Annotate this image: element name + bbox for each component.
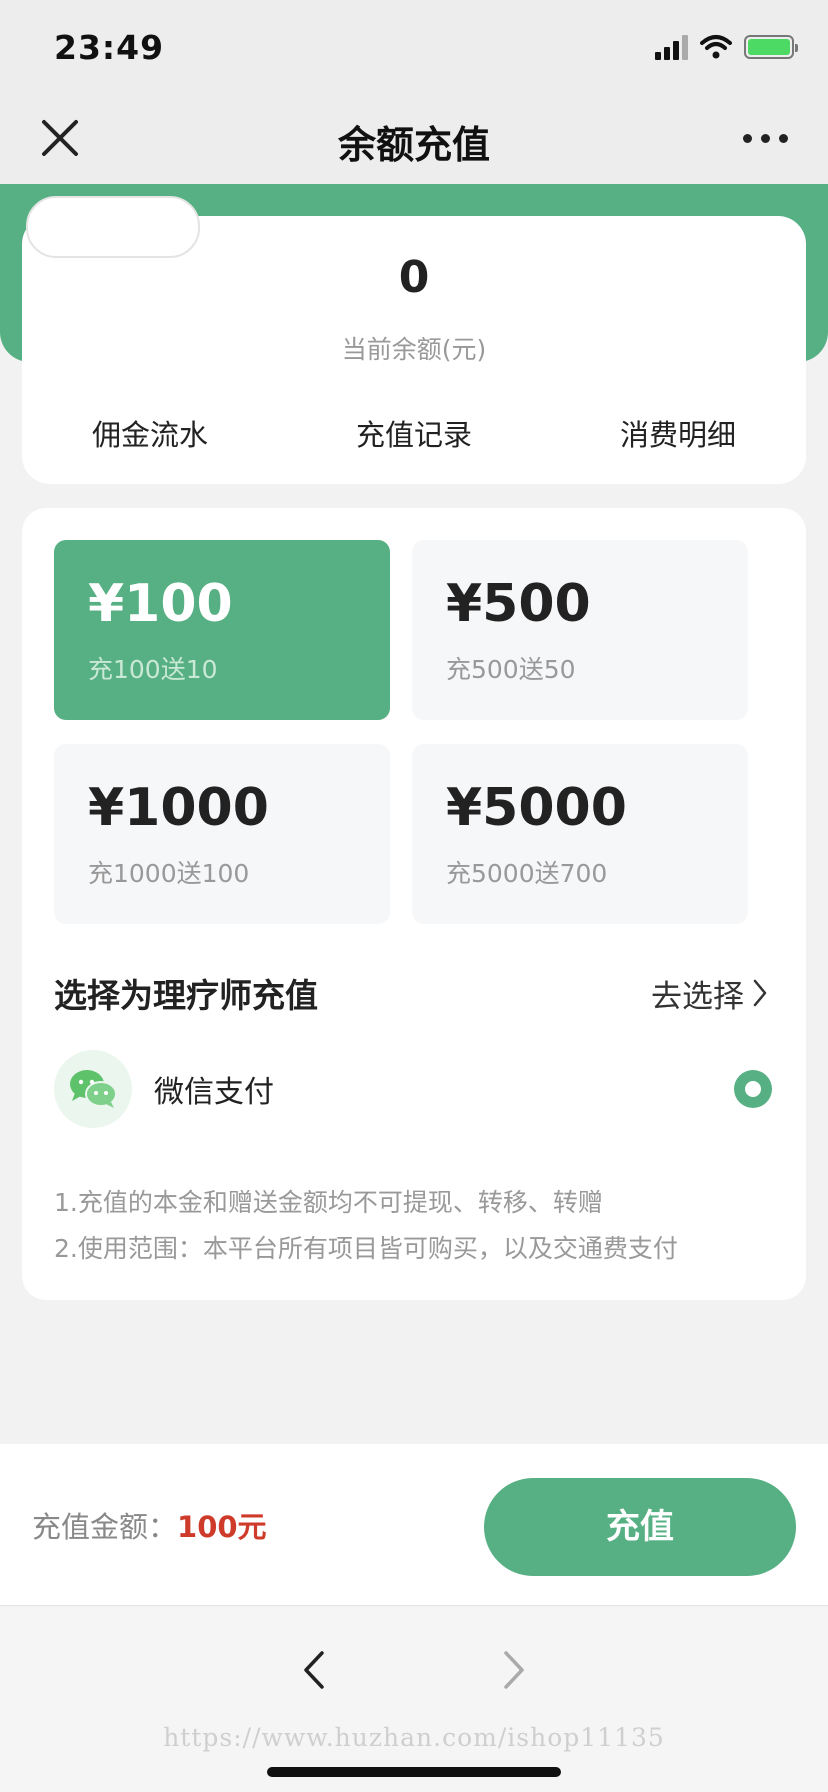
note-item: 2.使用范围：本平台所有项目皆可购买，以及交通费支付 [54,1234,678,1263]
balance-label: 当前余额(元) [341,335,487,364]
wifi-icon [700,35,732,59]
recharge-option-5000[interactable]: ¥5000 充5000送700 [412,744,748,924]
nav-bar: 余额充值 [0,96,828,184]
recharge-option-100[interactable]: ¥100 充100送10 [54,540,390,720]
select-therapist-label: 去选择 [651,978,744,1015]
status-time: 23:49 [54,28,165,67]
battery-icon [744,35,798,59]
home-indicator [267,1767,561,1777]
recharge-amount-label: 充值金额： [32,1510,178,1544]
page-title: 余额充值 [337,123,490,167]
recharge-card: ¥100 充100送10 ¥500 充500送50 ¥1000 充1000送10… [22,508,806,1300]
more-icon[interactable] [743,134,788,143]
option-amount: ¥100 [88,574,233,634]
wechat-icon [54,1050,132,1128]
chevron-right-icon [753,979,767,1007]
back-icon[interactable] [296,1645,332,1695]
payment-method-label: 微信支付 [154,1075,274,1110]
option-bonus: 充5000送700 [446,859,608,888]
option-bonus: 充1000送100 [88,859,250,888]
watermark: https://www.huzhan.com/ishop11135 [163,1723,665,1752]
therapist-row[interactable]: 选择为理疗师充值 去选择 [54,968,768,1018]
balance-value: 0 [398,252,430,303]
note-item: 1.充值的本金和赠送金额均不可提现、转移、转赠 [54,1188,603,1217]
status-icons [655,34,798,60]
option-bonus: 充500送50 [446,655,576,684]
pill-tag [26,196,200,258]
commission-flow-link[interactable]: 佣金流水 [92,412,208,454]
browser-toolbar: https://www.huzhan.com/ishop11135 [0,1607,828,1792]
option-bonus: 充100送10 [88,655,218,684]
recharge-records-link[interactable]: 充值记录 [356,412,472,454]
select-therapist-button[interactable]: 去选择 [651,971,768,1016]
wechat-pay-option[interactable]: 微信支付 [54,1050,772,1128]
option-amount: ¥5000 [446,778,627,838]
recharge-amount-value: 100元 [177,1510,267,1544]
recharge-amount: 充值金额：100元 [32,1504,267,1546]
consumption-details-link[interactable]: 消费明细 [620,412,736,454]
recharge-option-500[interactable]: ¥500 充500送50 [412,540,748,720]
option-amount: ¥1000 [88,778,269,838]
bottom-bar: 充值金额：100元 充值 [0,1444,828,1606]
cellular-signal-icon [655,34,688,60]
notes: 1.充值的本金和赠送金额均不可提现、转移、转赠 2.使用范围：本平台所有项目皆可… [54,1180,678,1272]
status-bar: 23:49 [0,0,828,96]
recharge-option-1000[interactable]: ¥1000 充1000送100 [54,744,390,924]
balance-links: 佣金流水 充值记录 消费明细 [22,412,806,454]
forward-icon[interactable] [496,1645,532,1695]
therapist-title: 选择为理疗师充值 [54,976,318,1015]
option-amount: ¥500 [446,574,591,634]
recharge-button[interactable]: 充值 [484,1478,796,1576]
payment-radio[interactable] [734,1070,772,1108]
